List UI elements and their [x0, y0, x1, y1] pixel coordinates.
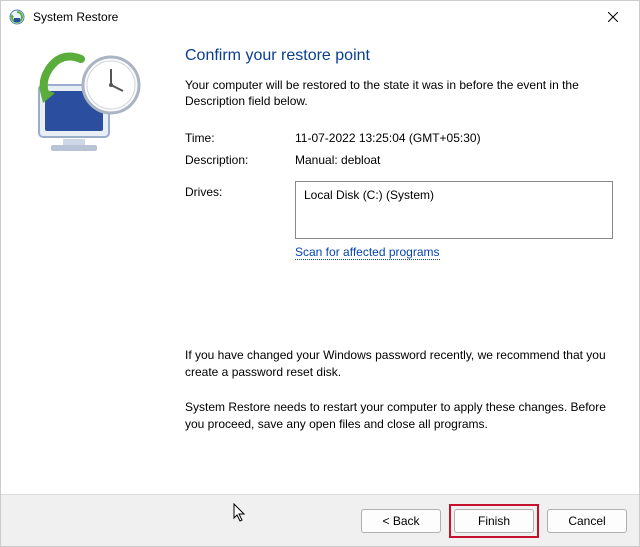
content-area: Confirm your restore point Your computer…: [1, 33, 639, 493]
page-subtext: Your computer will be restored to the st…: [185, 77, 613, 109]
main-panel: Confirm your restore point Your computer…: [171, 33, 639, 493]
scan-link-row: Scan for affected programs: [295, 245, 613, 259]
finish-button[interactable]: Finish: [454, 509, 534, 533]
restart-note: System Restore needs to restart your com…: [185, 399, 613, 433]
description-row: Description: Manual: debloat: [185, 153, 613, 167]
description-value: Manual: debloat: [295, 153, 613, 167]
titlebar: System Restore: [1, 1, 639, 33]
window-title: System Restore: [33, 10, 591, 24]
time-row: Time: 11-07-2022 13:25:04 (GMT+05:30): [185, 131, 613, 145]
sidebar: [1, 33, 171, 493]
system-restore-icon: [9, 9, 25, 25]
drives-row: Drives: Local Disk (C:) (System): [185, 181, 613, 239]
page-heading: Confirm your restore point: [185, 47, 613, 65]
time-value: 11-07-2022 13:25:04 (GMT+05:30): [295, 131, 613, 145]
scan-affected-programs-link[interactable]: Scan for affected programs: [295, 245, 440, 260]
footer-bar: < Back Finish Cancel: [1, 494, 639, 546]
drives-label: Drives:: [185, 181, 295, 239]
finish-highlight: Finish: [449, 504, 539, 538]
description-label: Description:: [185, 153, 295, 167]
cancel-button[interactable]: Cancel: [547, 509, 627, 533]
time-label: Time:: [185, 131, 295, 145]
close-icon: [608, 12, 618, 22]
password-note: If you have changed your Windows passwor…: [185, 347, 613, 381]
back-button[interactable]: < Back: [361, 509, 441, 533]
drives-item: Local Disk (C:) (System): [304, 188, 434, 202]
drives-listbox[interactable]: Local Disk (C:) (System): [295, 181, 613, 239]
restore-graphic-icon: [21, 51, 151, 161]
close-button[interactable]: [591, 3, 635, 31]
